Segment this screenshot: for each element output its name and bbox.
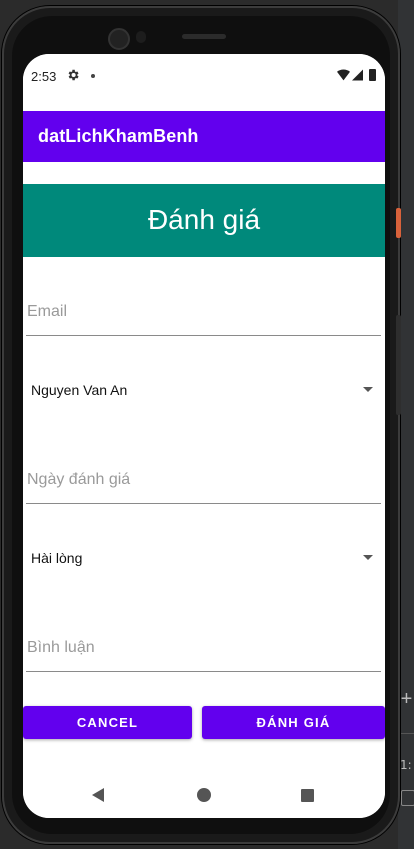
email-field-container <box>26 291 381 336</box>
earpiece-speaker <box>182 34 226 39</box>
device-screen: 2:53 datLichKhamBenh Đánh giá Nguyen Van… <box>23 54 385 818</box>
satisfaction-spinner-value: Hài lòng <box>31 550 83 566</box>
battery-icon <box>369 69 376 81</box>
status-bar: 2:53 <box>23 54 385 100</box>
notification-dot-icon <box>91 74 95 78</box>
sensor-icon <box>136 31 146 43</box>
doctor-spinner-value: Nguyen Van An <box>31 382 128 398</box>
app-bar: datLichKhamBenh <box>23 111 385 162</box>
volume-button[interactable] <box>396 315 401 415</box>
home-icon[interactable] <box>197 788 211 802</box>
signal-icon <box>352 69 363 81</box>
cancel-button[interactable]: CANCEL <box>23 706 192 739</box>
comment-field-container <box>26 627 381 672</box>
email-field[interactable] <box>26 297 378 327</box>
gear-icon <box>68 69 79 81</box>
dropdown-arrow-icon <box>363 555 373 560</box>
date-field-container <box>26 459 381 504</box>
wifi-icon <box>337 69 350 81</box>
ide-screenshot-icon[interactable] <box>401 790 414 806</box>
satisfaction-spinner[interactable]: Hài lòng <box>26 542 381 576</box>
back-icon[interactable] <box>92 788 104 802</box>
power-button[interactable] <box>396 208 401 238</box>
submit-review-button[interactable]: ĐÁNH GIÁ <box>202 706 385 739</box>
comment-field[interactable] <box>26 633 378 663</box>
ide-divider <box>398 733 414 734</box>
doctor-spinner[interactable]: Nguyen Van An <box>26 374 381 408</box>
front-camera-icon <box>108 28 130 50</box>
status-time: 2:53 <box>31 69 57 84</box>
ide-zoom-in-icon[interactable]: + <box>399 688 414 710</box>
system-nav-bar <box>23 772 385 818</box>
ide-zoom-label[interactable]: 1: <box>400 758 412 772</box>
date-field[interactable] <box>26 465 378 495</box>
dropdown-arrow-icon <box>363 387 373 392</box>
app-title: datLichKhamBenh <box>38 126 199 146</box>
recents-icon[interactable] <box>301 789 314 802</box>
page-title: Đánh giá <box>147 204 261 235</box>
page-header-banner: Đánh giá <box>23 184 385 257</box>
ide-side-panel <box>398 0 414 849</box>
